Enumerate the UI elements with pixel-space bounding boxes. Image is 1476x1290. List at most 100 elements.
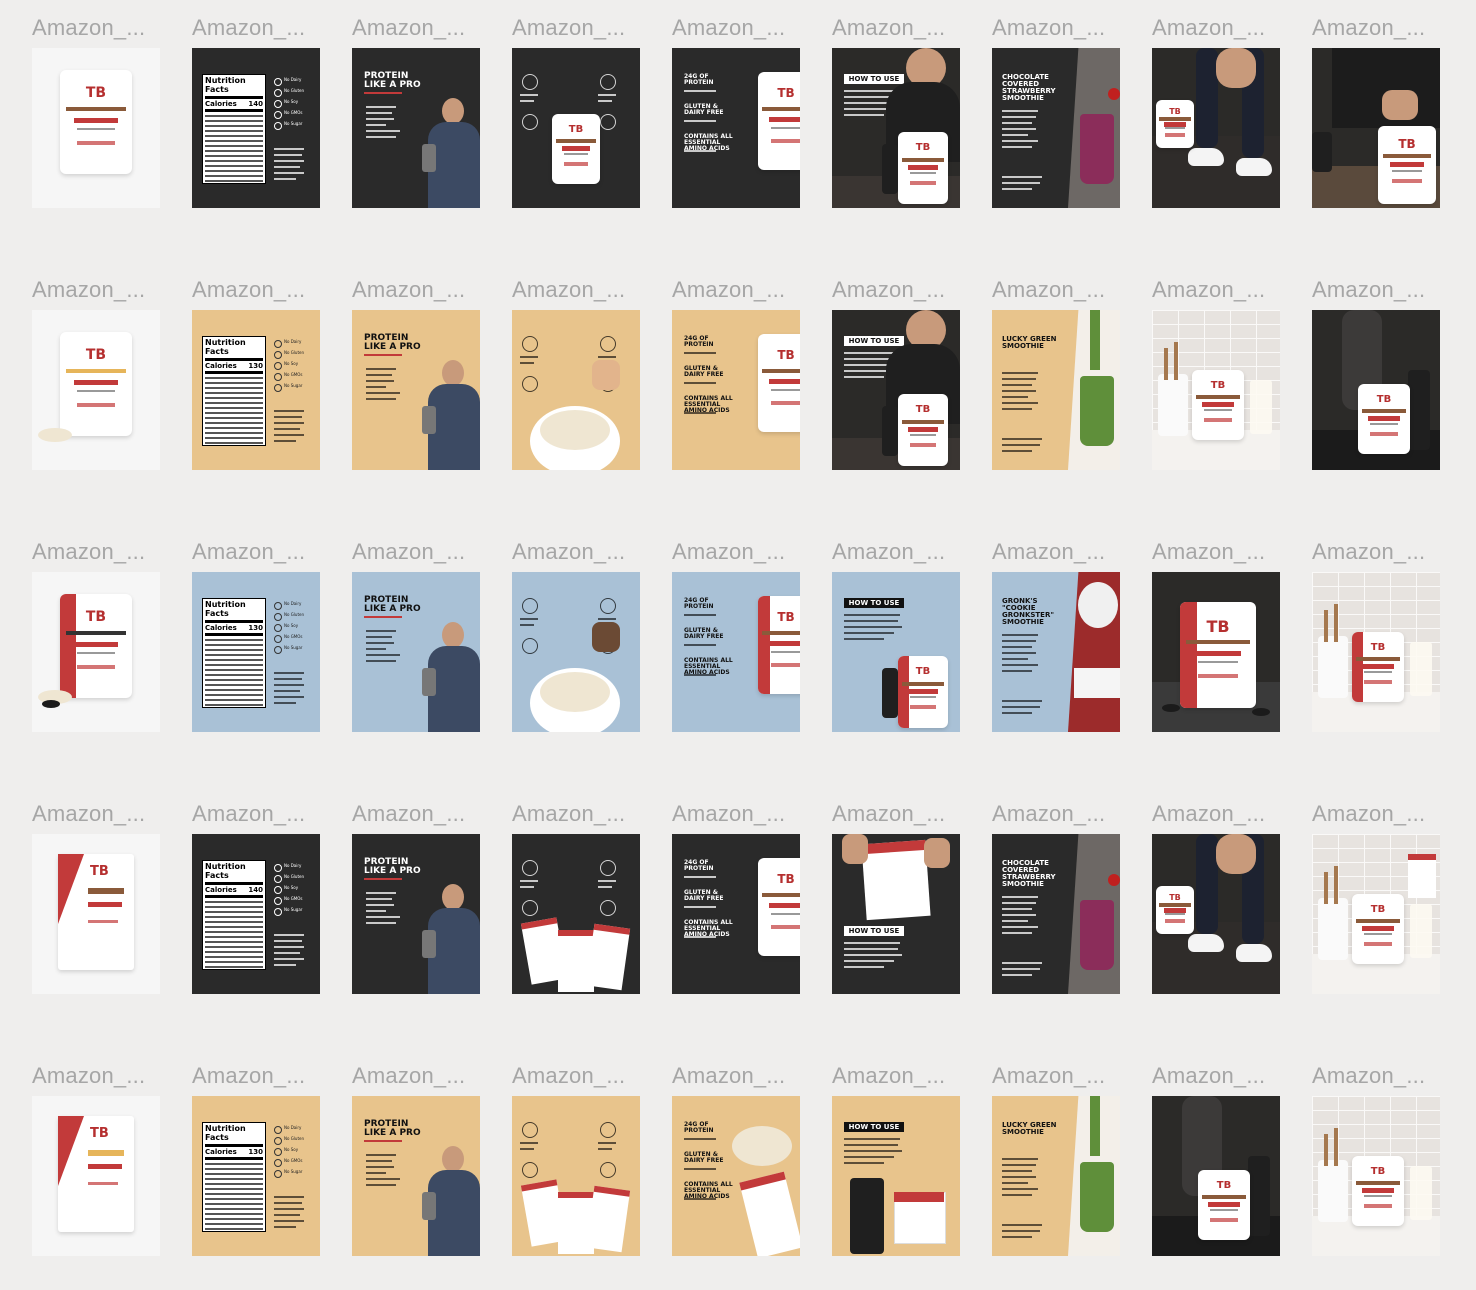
thumbnail-image[interactable]: Nutrition Facts Calories 140 No Dairy No Glu…: [192, 834, 320, 994]
thumbnail-item[interactable]: Amazon_... TB: [1152, 524, 1282, 732]
thumbnail-item[interactable]: Amazon_... PROTEIN LIKE A PRO: [352, 786, 482, 994]
thumbnail-item[interactable]: Amazon_... TB: [1152, 262, 1282, 470]
thumbnail-image[interactable]: Nutrition Facts Calories 130 No Dairy No Glu…: [192, 572, 320, 732]
thumbnail-item[interactable]: Amazon_... CHOCOLATE COVERED STRAWBERRY S…: [992, 786, 1122, 994]
thumbnail-item[interactable]: Amazon_... TB: [32, 524, 162, 732]
thumbnail-item[interactable]: Amazon_... PROTEIN LIKE A PRO: [352, 524, 482, 732]
thumbnail-image[interactable]: HOW TO USE TB: [832, 310, 960, 470]
thumbnail-image[interactable]: [512, 834, 640, 994]
thumbnail-item[interactable]: Amazon_... Nutrition Facts Calories 130 No D…: [192, 262, 322, 470]
thumbnail-item[interactable]: Amazon_...: [512, 786, 642, 994]
thumbnail-image[interactable]: 24G OF PROTEIN GLUTEN & DAIRY FREE CONTAIN…: [672, 48, 800, 208]
thumbnail-image[interactable]: 24G OF PROTEIN GLUTEN & DAIRY FREE CONTAIN…: [672, 834, 800, 994]
thumbnail-image[interactable]: PROTEIN LIKE A PRO: [352, 834, 480, 994]
thumbnail-item[interactable]: Amazon_... GRONK'S "COOKIE GRONKSTER" SMO…: [992, 524, 1122, 732]
thumbnail-item[interactable]: Amazon_... TB: [1312, 262, 1442, 470]
thumbnail-item[interactable]: Amazon_... HOW TO USE TB: [832, 0, 962, 208]
thumbnail-item[interactable]: Amazon_... 24G OF PROTEIN GLUTEN & DAIRY F…: [672, 786, 802, 994]
thumbnail-image[interactable]: TB: [1312, 310, 1440, 470]
thumbnail-image[interactable]: Nutrition Facts Calories 130 No Dairy No Glu…: [192, 310, 320, 470]
thumbnail-image[interactable]: TB: [1312, 572, 1440, 732]
thumbnail-image[interactable]: LUCKY GREEN SMOOTHIE: [992, 310, 1120, 470]
thumbnail-item[interactable]: Amazon_... HOW TO USE TB: [832, 524, 962, 732]
thumbnail-image[interactable]: PROTEIN LIKE A PRO: [352, 572, 480, 732]
thumbnail-image[interactable]: PROTEIN LIKE A PRO: [352, 310, 480, 470]
thumbnail-image[interactable]: GRONK'S "COOKIE GRONKSTER" SMOOTHIE: [992, 572, 1120, 732]
thumbnail-item[interactable]: Amazon_... TB: [1312, 0, 1442, 208]
thumbnail-item[interactable]: Amazon_... CHOCOLATE COVERED STRAWBERRY S…: [992, 0, 1122, 208]
claim-icon: [274, 1148, 282, 1156]
thumbnail-item[interactable]: Amazon_... HOW TO USE TB: [832, 262, 962, 470]
thumbnail-image[interactable]: HOW TO USE TB: [832, 572, 960, 732]
thumbnail-image[interactable]: HOW TO USE: [832, 834, 960, 994]
thumbnail-image[interactable]: TB: [1312, 834, 1440, 994]
thumbnail-item[interactable]: Amazon_... HOW TO USE: [832, 786, 962, 994]
thumbnail-item[interactable]: Amazon_... TB: [1152, 0, 1282, 208]
thumbnail-image[interactable]: PROTEIN LIKE A PRO: [352, 48, 480, 208]
thumbnail-image[interactable]: TB: [32, 48, 160, 208]
thumbnail-image[interactable]: CHOCOLATE COVERED STRAWBERRY SMOOTHIE: [992, 48, 1120, 208]
milk-glass: [1250, 380, 1272, 434]
thumbnail-image[interactable]: CHOCOLATE COVERED STRAWBERRY SMOOTHIE: [992, 834, 1120, 994]
thumbnail-image[interactable]: TB: [1152, 48, 1280, 208]
thumbnail-item[interactable]: Amazon_... PROTEIN LIKE A PRO: [352, 262, 482, 470]
sneaker: [1236, 158, 1272, 176]
thumbnail-item[interactable]: Amazon_... TB: [32, 0, 162, 208]
thumbnail-item[interactable]: Amazon_... PROTEIN LIKE A PRO: [352, 1048, 482, 1256]
thumbnail-image[interactable]: TB: [1312, 48, 1440, 208]
thumbnail-item[interactable]: Amazon_... TB: [1312, 1048, 1442, 1256]
thumbnail-image[interactable]: [512, 1096, 640, 1256]
thumbnail-image[interactable]: [512, 310, 640, 470]
claim-icon: [274, 1137, 282, 1145]
thumbnail-item[interactable]: Amazon_... TB: [512, 0, 642, 208]
thumbnail-item[interactable]: Amazon_... TB: [1152, 786, 1282, 994]
thumbnail-item[interactable]: Amazon_... HOW TO USE: [832, 1048, 962, 1256]
thumbnail-image[interactable]: TB: [1152, 572, 1280, 732]
thumbnail-image[interactable]: Nutrition Facts Calories 140 No Dairy No Glu…: [192, 48, 320, 208]
thumbnail-item[interactable]: Amazon_... 24G OF PROTEIN GLUTEN & DAIRY F…: [672, 524, 802, 732]
thumbnail-item[interactable]: Amazon_... TB: [1152, 1048, 1282, 1256]
thumbnail-item[interactable]: Amazon_... Nutrition Facts Calories 140 No D…: [192, 0, 322, 208]
claim-label: No Sugar: [284, 645, 303, 650]
calories-value: 130: [248, 624, 263, 632]
thumbnail-image[interactable]: 24G OF PROTEIN GLUTEN & DAIRY FREE CONTAIN…: [672, 572, 800, 732]
thumbnail-item[interactable]: Amazon_... TB: [32, 262, 162, 470]
thumbnail-image[interactable]: PROTEIN LIKE A PRO: [352, 1096, 480, 1256]
thumbnail-item[interactable]: Amazon_... Nutrition Facts Calories 130 No D…: [192, 1048, 322, 1256]
thumbnail-image[interactable]: TB: [32, 572, 160, 732]
thumbnail-image[interactable]: 24G OF PROTEIN GLUTEN & DAIRY FREE CONTAIN…: [672, 310, 800, 470]
thumbnail-item[interactable]: Amazon_...: [512, 1048, 642, 1256]
thumbnail-item[interactable]: Amazon_... 24G OF PROTEIN GLUTEN & DAIRY F…: [672, 0, 802, 208]
fact-heading: 24G OF PROTEIN: [684, 73, 714, 86]
claim-label: No GMOs: [284, 896, 303, 901]
thumbnail-item[interactable]: Amazon_... 24G OF PROTEIN GLUTEN & DAIRY F…: [672, 262, 802, 470]
thumbnail-image[interactable]: LUCKY GREEN SMOOTHIE: [992, 1096, 1120, 1256]
thumbnail-image[interactable]: TB: [1152, 310, 1280, 470]
thumbnail-item[interactable]: Amazon_...: [512, 262, 642, 470]
claim-label: No Gluten: [284, 88, 305, 93]
thumbnail-item[interactable]: Amazon_... LUCKY GREEN SMOOTHIE: [992, 262, 1122, 470]
thumbnail-image[interactable]: TB: [1312, 1096, 1440, 1256]
thumbnail-item[interactable]: Amazon_... TB: [1312, 786, 1442, 994]
thumbnail-image[interactable]: TB: [512, 48, 640, 208]
thumbnail-item[interactable]: Amazon_... Nutrition Facts Calories 140 No D…: [192, 786, 322, 994]
thumbnail-item[interactable]: Amazon_... Nutrition Facts Calories 130 No D…: [192, 524, 322, 732]
thumbnail-item[interactable]: Amazon_... TB: [32, 786, 162, 994]
thumbnail-image[interactable]: TB: [32, 310, 160, 470]
thumbnail-item[interactable]: Amazon_... TB: [1312, 524, 1442, 732]
thumbnail-item[interactable]: Amazon_... LUCKY GREEN SMOOTHIE: [992, 1048, 1122, 1256]
thumbnail-image[interactable]: HOW TO USE TB: [832, 48, 960, 208]
thumbnail-image[interactable]: TB: [32, 1096, 160, 1256]
thumbnail-image[interactable]: Nutrition Facts Calories 130 No Dairy No Glu…: [192, 1096, 320, 1256]
thumbnail-image[interactable]: TB: [1152, 1096, 1280, 1256]
thumbnail-image[interactable]: 24G OF PROTEIN GLUTEN & DAIRY FREE CONTAIN…: [672, 1096, 800, 1256]
thumbnail-item[interactable]: Amazon_... PROTEIN LIKE A PRO: [352, 0, 482, 208]
thumbnail-image[interactable]: [512, 572, 640, 732]
thumbnail-image[interactable]: TB: [32, 834, 160, 994]
thumbnail-item[interactable]: Amazon_... 24G OF PROTEIN GLUTEN & DAIRY F…: [672, 1048, 802, 1256]
thumbnail-item[interactable]: Amazon_... TB: [32, 1048, 162, 1256]
thumbnail-item[interactable]: Amazon_...: [512, 524, 642, 732]
claim-icon: [274, 886, 282, 894]
thumbnail-image[interactable]: TB: [1152, 834, 1280, 994]
thumbnail-image[interactable]: HOW TO USE: [832, 1096, 960, 1256]
